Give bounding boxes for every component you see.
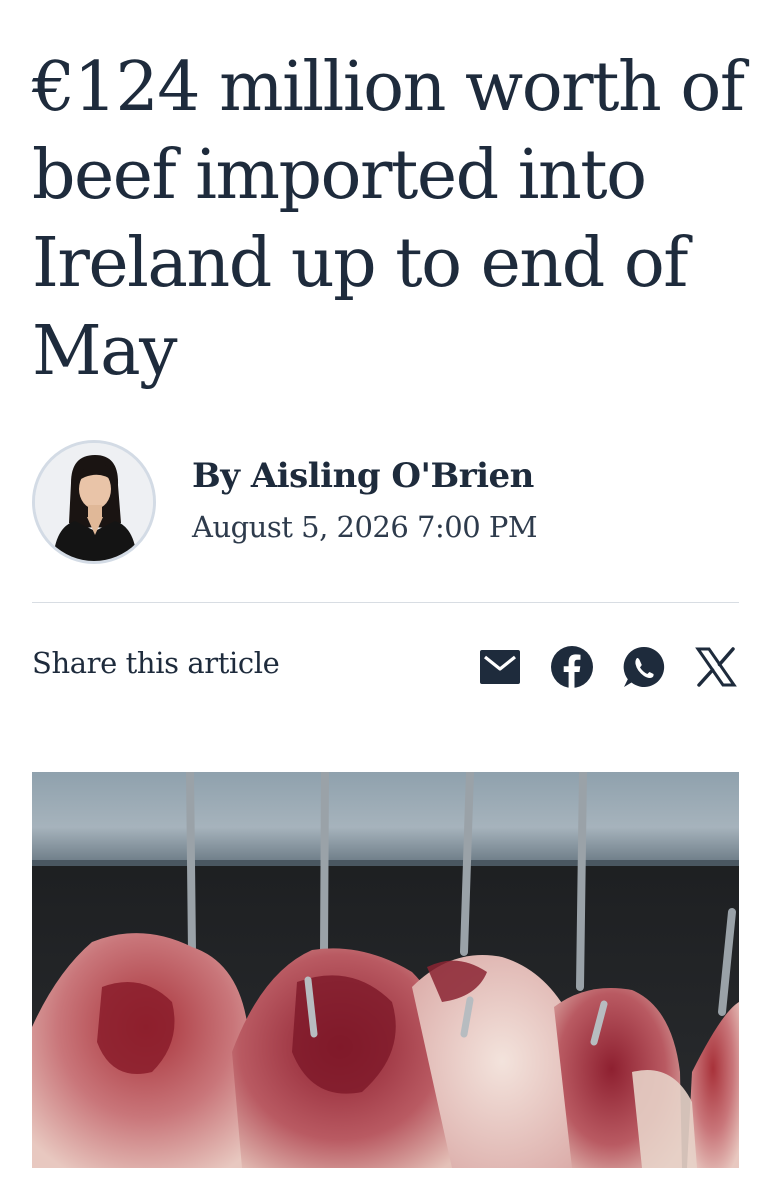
share-buttons xyxy=(476,643,741,691)
share-email-button[interactable] xyxy=(476,643,524,691)
author-name[interactable]: By Aisling O'Brien xyxy=(192,456,534,496)
share-whatsapp-button[interactable] xyxy=(620,643,668,691)
email-icon xyxy=(480,650,520,684)
publish-date: August 5, 2026 7:00 PM xyxy=(192,510,538,544)
divider xyxy=(32,602,739,603)
author-avatar[interactable] xyxy=(32,440,156,564)
hero-image xyxy=(32,772,739,1168)
whatsapp-icon xyxy=(623,646,665,687)
share-x-button[interactable] xyxy=(692,643,740,691)
byline: By Aisling O'Brien August 5, 2026 7:00 P… xyxy=(32,440,732,564)
article-headline: €124 million worth of beef imported into… xyxy=(32,48,745,391)
x-icon xyxy=(695,647,737,687)
share-label: Share this article xyxy=(32,646,280,680)
share-facebook-button[interactable] xyxy=(548,643,596,691)
facebook-icon xyxy=(551,646,593,688)
beef-carcass-photo xyxy=(32,772,739,1168)
author-photo xyxy=(35,443,153,561)
